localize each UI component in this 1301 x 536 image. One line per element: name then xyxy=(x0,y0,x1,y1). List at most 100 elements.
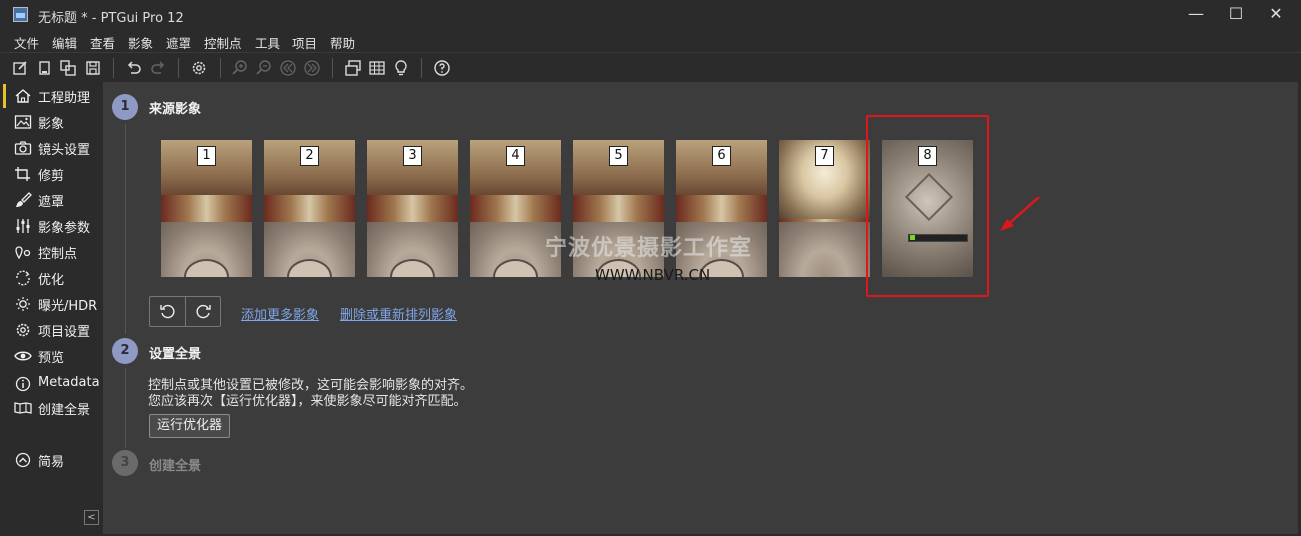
source-image-thumbnail[interactable]: 3 xyxy=(367,140,458,277)
last-icon[interactable] xyxy=(302,58,322,78)
redo-icon[interactable] xyxy=(148,58,168,78)
step-title: 设置全景 xyxy=(149,347,202,362)
toolbar-separator xyxy=(421,58,422,78)
chevron-up-circle-icon xyxy=(14,452,32,468)
crop-icon xyxy=(14,166,32,182)
control-points-icon xyxy=(14,244,32,260)
panorama-icon xyxy=(14,400,32,416)
rotate-buttons xyxy=(149,296,221,327)
run-optimizer-button[interactable]: 运行优化器 xyxy=(149,414,231,438)
maximize-button[interactable]: ☐ xyxy=(1216,0,1256,30)
rotate-right-icon xyxy=(196,304,211,319)
toolbar-separator xyxy=(113,58,114,78)
rotate-right-button[interactable] xyxy=(186,297,221,326)
sidebar-item-label: 优化 xyxy=(38,273,65,288)
collapse-sidebar-button[interactable]: < xyxy=(84,510,99,525)
camera-icon xyxy=(14,140,32,156)
sliders-icon xyxy=(14,218,32,234)
new-project-icon[interactable] xyxy=(10,58,30,78)
menu-project[interactable]: 项目 xyxy=(292,33,317,52)
menu-edit[interactable]: 编辑 xyxy=(52,33,77,52)
highlight-box xyxy=(866,115,989,297)
save-icon[interactable] xyxy=(83,58,103,78)
sidebar-item-label: 影象 xyxy=(38,117,65,132)
toolbar-separator xyxy=(332,58,333,78)
remove-reorder-images-link[interactable]: 删除或重新排列影象 xyxy=(340,304,457,323)
title-bar: 无标题 * - PTGui Pro 12 — ☐ ✕ xyxy=(0,0,1301,30)
sidebar-item-label: 遮罩 xyxy=(38,195,65,210)
menu-images[interactable]: 影象 xyxy=(128,33,153,52)
source-image-thumbnail[interactable]: 2 xyxy=(264,140,355,277)
watermark: 宁波优景摄影工作室 xyxy=(545,236,753,261)
sidebar-item-lens-settings[interactable]: 镜头设置 xyxy=(3,136,103,160)
step-number: 1 xyxy=(112,94,138,120)
image-number: 4 xyxy=(506,146,525,166)
menu-file[interactable]: 文件 xyxy=(14,33,39,52)
rotate-left-button[interactable] xyxy=(150,297,185,326)
sidebar-item-crop[interactable]: 修剪 xyxy=(3,162,103,186)
image-number: 3 xyxy=(403,146,422,166)
source-image-thumbnail[interactable]: 1 xyxy=(161,140,252,277)
menu-help[interactable]: 帮助 xyxy=(330,33,355,52)
menu-view[interactable]: 查看 xyxy=(90,33,115,52)
sidebar-item-mask[interactable]: 遮罩 xyxy=(3,188,103,212)
sidebar-item-images[interactable]: 影象 xyxy=(3,110,103,134)
sidebar-item-image-parameters[interactable]: 影象参数 xyxy=(3,214,103,238)
sidebar-item-preview[interactable]: 预览 xyxy=(3,344,103,368)
home-icon xyxy=(14,88,32,104)
sidebar-item-label: 曝光/HDR xyxy=(38,299,98,314)
sidebar-item-exposure-hdr[interactable]: 曝光/HDR xyxy=(3,292,103,316)
step-connector xyxy=(125,124,126,334)
settings-icon[interactable] xyxy=(189,58,209,78)
sidebar-item-label: 控制点 xyxy=(38,247,78,262)
gear-icon xyxy=(14,322,32,338)
open-icon[interactable] xyxy=(34,58,54,78)
menu-control-points[interactable]: 控制点 xyxy=(204,33,242,52)
simple-mode-label: 简易 xyxy=(38,455,65,470)
sidebar-item-label: 修剪 xyxy=(38,169,65,184)
step-number: 3 xyxy=(112,450,138,476)
help-icon[interactable] xyxy=(432,58,452,78)
add-more-images-link[interactable]: 添加更多影象 xyxy=(241,304,319,323)
sidebar-item-label: 工程助理 xyxy=(38,91,91,106)
optimize-icon xyxy=(14,270,32,286)
table-icon[interactable] xyxy=(367,58,387,78)
sidebar-item-create-panorama[interactable]: 创建全景 xyxy=(3,396,103,420)
project-assistant-panel: 1 来源影象 1 2 3 4 5 6 7 8 宁波优景摄影工作室 WWW.NBV… xyxy=(103,82,1298,534)
image-number: 6 xyxy=(712,146,731,166)
zoom-out-icon[interactable] xyxy=(254,58,274,78)
sidebar-item-label: 预览 xyxy=(38,351,65,366)
step-connector xyxy=(125,368,126,448)
sidebar-item-metadata[interactable]: Metadata xyxy=(3,372,103,396)
menu-mask[interactable]: 遮罩 xyxy=(166,33,191,52)
setup-message-line: 您应该再次【运行优化器】，来使影象尽可能对齐匹配。 xyxy=(148,394,467,409)
step-title: 来源影象 xyxy=(149,102,202,117)
sidebar-item-label: 创建全景 xyxy=(38,403,91,418)
sidebar-item-project-assistant[interactable]: 工程助理 xyxy=(3,84,103,108)
toolbar-separator xyxy=(220,58,221,78)
sidebar-simple-mode[interactable]: 简易 xyxy=(3,448,103,472)
minimize-button[interactable]: — xyxy=(1176,0,1216,30)
step-number: 2 xyxy=(112,338,138,364)
rotate-left-icon xyxy=(160,304,175,319)
image-number: 5 xyxy=(609,146,628,166)
sun-icon xyxy=(14,296,32,312)
lightbulb-icon[interactable] xyxy=(391,58,411,78)
image-number: 1 xyxy=(197,146,216,166)
close-button[interactable]: ✕ xyxy=(1256,0,1296,30)
eye-icon xyxy=(14,348,32,364)
step-title: 创建全景 xyxy=(149,459,202,474)
undo-icon[interactable] xyxy=(124,58,144,78)
zoom-in-icon[interactable] xyxy=(230,58,250,78)
sidebar-item-label: 影象参数 xyxy=(38,221,91,236)
window-title: 无标题 * - PTGui Pro 12 xyxy=(38,11,184,26)
panorama-editor-icon[interactable] xyxy=(343,58,363,78)
sidebar-item-control-points[interactable]: 控制点 xyxy=(3,240,103,264)
first-icon[interactable] xyxy=(278,58,298,78)
sidebar-item-project-settings[interactable]: 项目设置 xyxy=(3,318,103,342)
source-image-thumbnail[interactable]: 7 xyxy=(779,140,870,277)
image-number: 7 xyxy=(815,146,834,166)
menu-tools[interactable]: 工具 xyxy=(255,33,280,52)
sidebar-item-optimize[interactable]: 优化 xyxy=(3,266,103,290)
copy-icon[interactable] xyxy=(58,58,78,78)
